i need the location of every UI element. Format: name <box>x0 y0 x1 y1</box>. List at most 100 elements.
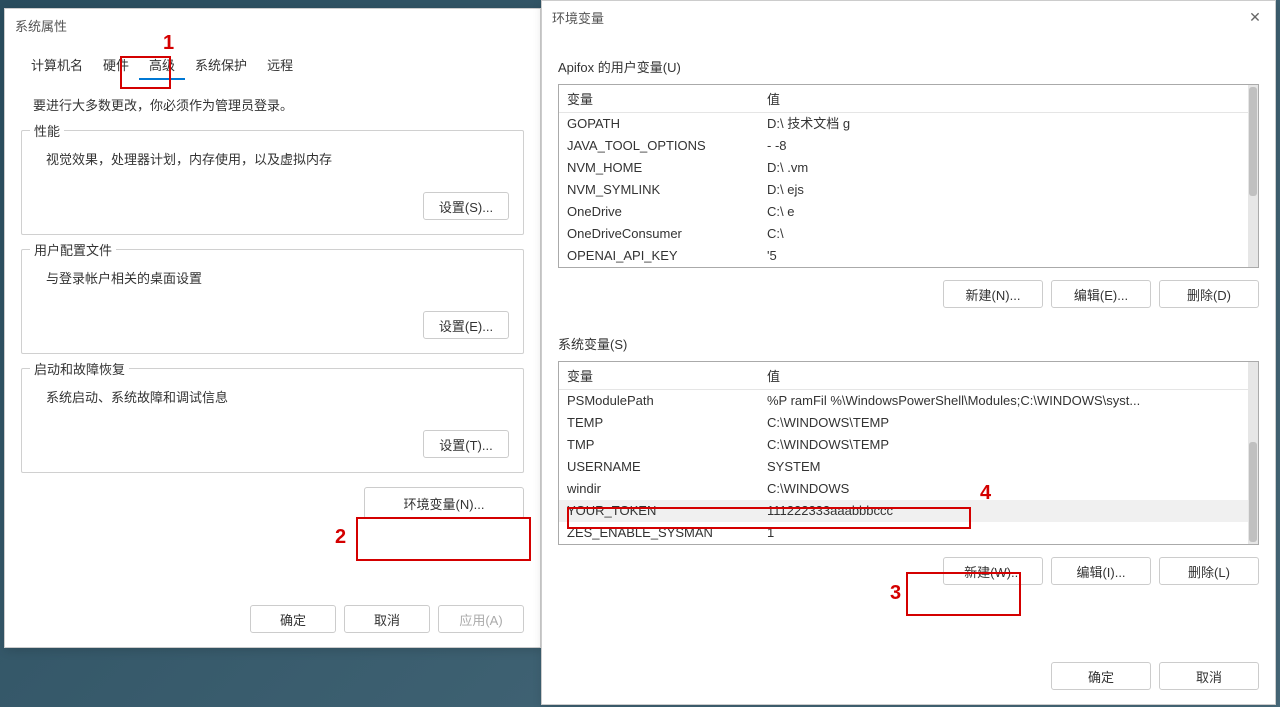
table-row[interactable]: YOUR_TOKEN111222333aaabbbccc <box>559 500 1258 522</box>
user-profiles-settings-button[interactable]: 设置(E)... <box>423 311 509 339</box>
admin-note: 要进行大多数更改，你必须作为管理员登录。 <box>21 95 524 114</box>
env-vars-bottom-buttons: 确定 取消 <box>1051 662 1259 690</box>
system-delete-button[interactable]: 删除(L) <box>1159 557 1259 585</box>
table-row[interactable]: windirC:\WINDOWS <box>559 478 1258 500</box>
var-value: C:\ <box>767 225 1250 243</box>
user-vars-listbox[interactable]: 变量 值 GOPATHD:\ 技术文档 gJAVA_TOOL_OPTIONS- … <box>558 84 1259 268</box>
apply-button[interactable]: 应用(A) <box>438 605 524 633</box>
header-value[interactable]: 值 <box>767 89 1250 108</box>
user-vars-header: 变量 值 <box>559 85 1258 113</box>
scrollbar[interactable] <box>1248 362 1258 544</box>
startup-desc: 系统启动、系统故障和调试信息 <box>36 387 509 406</box>
table-row[interactable]: OPENAI_API_KEY '5 <box>559 245 1258 267</box>
user-profiles-desc: 与登录帐户相关的桌面设置 <box>36 268 509 287</box>
var-name: NVM_HOME <box>567 159 767 177</box>
system-properties-dialog: 系统属性 计算机名 硬件 高级 系统保护 远程 要进行大多数更改，你必须作为管理… <box>4 8 541 648</box>
user-delete-button[interactable]: 删除(D) <box>1159 280 1259 308</box>
var-value: D:\ ejs <box>767 181 1250 199</box>
var-value: D:\ .vm <box>767 159 1250 177</box>
var-name: PSModulePath <box>567 392 767 410</box>
performance-section: 性能 视觉效果，处理器计划，内存使用，以及虚拟内存 设置(S)... <box>21 130 524 235</box>
var-name: OneDriveConsumer <box>567 225 767 243</box>
var-value: D:\ 技术文档 g <box>767 115 1250 133</box>
system-properties-titlebar: 系统属性 <box>5 9 540 41</box>
table-row[interactable]: NVM_HOMED:\ .vm <box>559 157 1258 179</box>
var-name: windir <box>567 480 767 498</box>
table-row[interactable]: NVM_SYMLINKD:\ ejs <box>559 179 1258 201</box>
system-edit-button[interactable]: 编辑(I)... <box>1051 557 1151 585</box>
var-name: ZES_ENABLE_SYSMAN <box>567 524 767 542</box>
system-properties-buttons: 确定 取消 应用(A) <box>250 605 524 633</box>
var-name: OPENAI_API_KEY <box>567 247 767 265</box>
table-row[interactable]: TEMPC:\WINDOWS\TEMP <box>559 412 1258 434</box>
tab-computer-name[interactable]: 计算机名 <box>21 51 93 80</box>
table-row[interactable]: OneDriveConsumerC:\ <box>559 223 1258 245</box>
header-variable[interactable]: 变量 <box>567 89 767 108</box>
env-vars-titlebar: 环境变量 ✕ <box>542 1 1275 33</box>
header-variable[interactable]: 变量 <box>567 366 767 385</box>
user-vars-rows: GOPATHD:\ 技术文档 gJAVA_TOOL_OPTIONS- -8NVM… <box>559 113 1258 268</box>
var-name: USERNAME <box>567 458 767 476</box>
var-value: 111222333aaabbbccc <box>767 502 1250 520</box>
user-vars-buttons: 新建(N)... 编辑(E)... 删除(D) <box>558 280 1259 308</box>
system-properties-body: 计算机名 硬件 高级 系统保护 远程 要进行大多数更改，你必须作为管理员登录。 … <box>5 41 540 529</box>
tab-remote[interactable]: 远程 <box>257 51 303 80</box>
var-value: C:\WINDOWS\TEMP <box>767 414 1250 432</box>
var-name: OneDrive <box>567 203 767 221</box>
var-name: TEMP <box>567 414 767 432</box>
performance-desc: 视觉效果，处理器计划，内存使用，以及虚拟内存 <box>36 149 509 168</box>
user-vars-label: Apifox 的用户变量(U) <box>558 57 1259 76</box>
table-row[interactable]: JAVA_TOOL_OPTIONS- -8 <box>559 135 1258 157</box>
header-value[interactable]: 值 <box>767 366 1250 385</box>
env-cancel-button[interactable]: 取消 <box>1159 662 1259 690</box>
scrollbar-thumb[interactable] <box>1249 87 1257 196</box>
scrollbar-thumb[interactable] <box>1249 442 1257 542</box>
system-properties-tabs: 计算机名 硬件 高级 系统保护 远程 <box>21 51 524 81</box>
var-value: 1 <box>767 524 1250 542</box>
ok-button[interactable]: 确定 <box>250 605 336 633</box>
env-vars-body: Apifox 的用户变量(U) 变量 值 GOPATHD:\ 技术文档 gJAV… <box>542 33 1275 631</box>
env-ok-button[interactable]: 确定 <box>1051 662 1151 690</box>
environment-variables-dialog: 环境变量 ✕ Apifox 的用户变量(U) 变量 值 GOPATHD:\ 技术… <box>541 0 1276 705</box>
tab-advanced[interactable]: 高级 <box>139 51 185 80</box>
table-row[interactable]: GOPATHD:\ 技术文档 g <box>559 113 1258 135</box>
var-name: YOUR_TOKEN <box>567 502 767 520</box>
startup-section: 启动和故障恢复 系统启动、系统故障和调试信息 设置(T)... <box>21 368 524 473</box>
var-value: '5 <box>767 247 1250 265</box>
scrollbar[interactable] <box>1248 85 1258 267</box>
tab-hardware[interactable]: 硬件 <box>93 51 139 80</box>
var-value: C:\ e <box>767 203 1250 221</box>
system-vars-header: 变量 值 <box>559 362 1258 390</box>
table-row[interactable]: PathD:\pyt' pts\;D:\python p\shi... <box>559 267 1258 268</box>
var-value: %P ramFil %\WindowsPowerShell\Modules;C:… <box>767 392 1250 410</box>
system-vars-buttons: 新建(W)... 编辑(I)... 删除(L) <box>558 557 1259 585</box>
close-icon[interactable]: ✕ <box>1245 7 1265 27</box>
var-value: C:\WINDOWS\TEMP <box>767 436 1250 454</box>
var-name: NVM_SYMLINK <box>567 181 767 199</box>
user-profiles-section: 用户配置文件 与登录帐户相关的桌面设置 设置(E)... <box>21 249 524 354</box>
table-row[interactable]: TMPC:\WINDOWS\TEMP <box>559 434 1258 456</box>
system-properties-title: 系统属性 <box>15 16 67 35</box>
startup-settings-button[interactable]: 设置(T)... <box>423 430 509 458</box>
user-edit-button[interactable]: 编辑(E)... <box>1051 280 1151 308</box>
system-vars-label: 系统变量(S) <box>558 334 1259 353</box>
env-vars-title: 环境变量 <box>552 8 604 27</box>
var-name: JAVA_TOOL_OPTIONS <box>567 137 767 155</box>
tab-system-protection[interactable]: 系统保护 <box>185 51 257 80</box>
performance-settings-button[interactable]: 设置(S)... <box>423 192 509 220</box>
table-row[interactable]: ZES_ENABLE_SYSMAN1 <box>559 522 1258 544</box>
user-new-button[interactable]: 新建(N)... <box>943 280 1043 308</box>
table-row[interactable]: PSModulePath%P ramFil %\WindowsPowerShel… <box>559 390 1258 412</box>
table-row[interactable]: OneDriveC:\ e <box>559 201 1258 223</box>
user-profiles-title: 用户配置文件 <box>30 240 116 259</box>
system-new-button[interactable]: 新建(W)... <box>943 557 1043 585</box>
environment-variables-button[interactable]: 环境变量(N)... <box>364 487 524 519</box>
var-name: GOPATH <box>567 115 767 133</box>
var-value: C:\WINDOWS <box>767 480 1250 498</box>
var-value: - -8 <box>767 137 1250 155</box>
table-row[interactable]: USERNAMESYSTEM <box>559 456 1258 478</box>
system-vars-rows: PSModulePath%P ramFil %\WindowsPowerShel… <box>559 390 1258 544</box>
system-vars-listbox[interactable]: 变量 值 PSModulePath%P ramFil %\WindowsPowe… <box>558 361 1259 545</box>
cancel-button[interactable]: 取消 <box>344 605 430 633</box>
var-value: SYSTEM <box>767 458 1250 476</box>
